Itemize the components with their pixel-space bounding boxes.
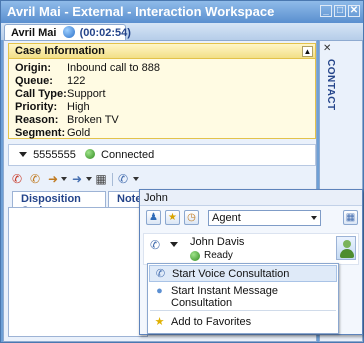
- filter-select[interactable]: Agent: [208, 210, 321, 226]
- consult-icon[interactable]: ✆: [116, 173, 130, 186]
- menu-divider: [150, 310, 336, 311]
- search-value: John: [144, 192, 168, 204]
- case-information-header: Case Information ▲: [9, 44, 315, 59]
- menu-item-im-consultation[interactable]: ● Start Instant Message Consultation: [149, 283, 337, 309]
- case-key: Origin:: [15, 62, 52, 74]
- transfer-menu-icon[interactable]: [61, 177, 67, 181]
- case-key: Call Type:: [15, 88, 67, 100]
- interaction-toolbar: ✆ ✆ ➜ ➜ ▦ ✆: [8, 172, 316, 188]
- conference-icon[interactable]: ➜: [70, 173, 84, 186]
- collapse-icon[interactable]: ▲: [302, 46, 313, 57]
- close-button[interactable]: ✕: [348, 5, 360, 17]
- menu-item-add-favorites[interactable]: ★ Add to Favorites: [149, 314, 337, 331]
- ready-status-icon: [190, 251, 200, 261]
- tab-interaction[interactable]: Avril Mai (00:02:54): [4, 24, 131, 40]
- case-key: Priority:: [15, 101, 58, 113]
- call-status-panel: 5555555 Connected: [8, 144, 316, 166]
- case-value: 122: [67, 75, 86, 87]
- hold-call-icon[interactable]: ✆: [28, 173, 42, 186]
- menu-item-voice-consultation[interactable]: ✆ Start Voice Consultation: [149, 265, 337, 282]
- case-key: Segment:: [15, 127, 66, 139]
- call-number: 5555555: [33, 149, 76, 161]
- chat-bubble-icon: ●: [156, 285, 163, 297]
- phone-icon: ✆: [155, 268, 166, 280]
- avatar: [336, 236, 356, 260]
- contact-status: Ready: [204, 250, 233, 261]
- all-types-icon[interactable]: ♟: [146, 210, 161, 225]
- maximize-button[interactable]: □: [334, 5, 346, 17]
- tab-disposition-code[interactable]: Disposition Code: [12, 191, 106, 217]
- menu-item-label: Start Instant Message Consultation: [171, 285, 278, 309]
- star-icon: ★: [154, 316, 165, 328]
- title-bar: Avril Mai - External - Interaction Works…: [1, 1, 363, 23]
- contact-row-john-davis[interactable]: ✆ John Davis Ready: [143, 233, 359, 265]
- case-key: Queue:: [15, 75, 53, 87]
- recent-icon[interactable]: ◷: [184, 210, 199, 225]
- phone-icon[interactable]: ✆: [150, 238, 160, 252]
- end-call-icon[interactable]: ✆: [10, 173, 24, 186]
- contact-action-menu: ✆ Start Voice Consultation ● Start Insta…: [147, 263, 339, 334]
- case-value: High: [67, 101, 90, 113]
- favorites-icon[interactable]: ★: [165, 210, 180, 225]
- connected-icon: [84, 149, 95, 159]
- case-value: Support: [67, 88, 106, 100]
- globe-icon: [62, 26, 75, 38]
- keypad-icon[interactable]: ▦: [94, 173, 108, 186]
- filter-value: Agent: [212, 212, 241, 224]
- tab-label: Avril Mai: [11, 27, 57, 39]
- case-value: Gold: [67, 127, 91, 139]
- menu-item-label: Add to Favorites: [171, 316, 252, 328]
- call-status: Connected: [101, 149, 155, 161]
- toolbar-divider: [112, 173, 113, 186]
- transfer-icon[interactable]: ➜: [46, 173, 60, 186]
- case-information-panel: Case Information ▲ Origin: Inbound call …: [8, 43, 316, 139]
- disposition-content: [8, 207, 148, 337]
- consult-menu-icon[interactable]: [133, 177, 139, 181]
- contact-tab-label[interactable]: CONTACT: [322, 59, 336, 139]
- minimize-button[interactable]: _: [320, 5, 332, 17]
- popup-toolbar: ♟ ★ ◷ Agent ▦: [140, 207, 362, 229]
- window-title: Avril Mai - External - Interaction Works…: [7, 4, 275, 19]
- team-communicator-popup: John ♟ ★ ◷ Agent ▦ ✆ John Davis Ready ✆ …: [139, 189, 363, 335]
- chevron-down-icon[interactable]: [170, 242, 178, 247]
- interaction-window: Avril Mai - External - Interaction Works…: [0, 0, 364, 343]
- conference-menu-icon[interactable]: [86, 177, 92, 181]
- team-search-input[interactable]: John: [140, 190, 362, 206]
- case-value: Inbound call to 888: [67, 62, 160, 74]
- case-value: Broken TV: [67, 114, 119, 126]
- chevron-down-icon[interactable]: [19, 152, 27, 157]
- close-panel-icon[interactable]: ✕: [323, 43, 331, 54]
- case-key: Reason:: [15, 114, 59, 126]
- group-view-icon[interactable]: ▦: [343, 210, 358, 225]
- tab-timer: (00:02:54): [79, 27, 131, 39]
- chevron-down-icon: [311, 216, 317, 220]
- menu-item-label: Start Voice Consultation: [172, 268, 290, 280]
- case-information-title: Case Information: [15, 45, 105, 57]
- tab-strip: Avril Mai (00:02:54): [1, 23, 363, 40]
- contact-name: John Davis: [190, 236, 245, 248]
